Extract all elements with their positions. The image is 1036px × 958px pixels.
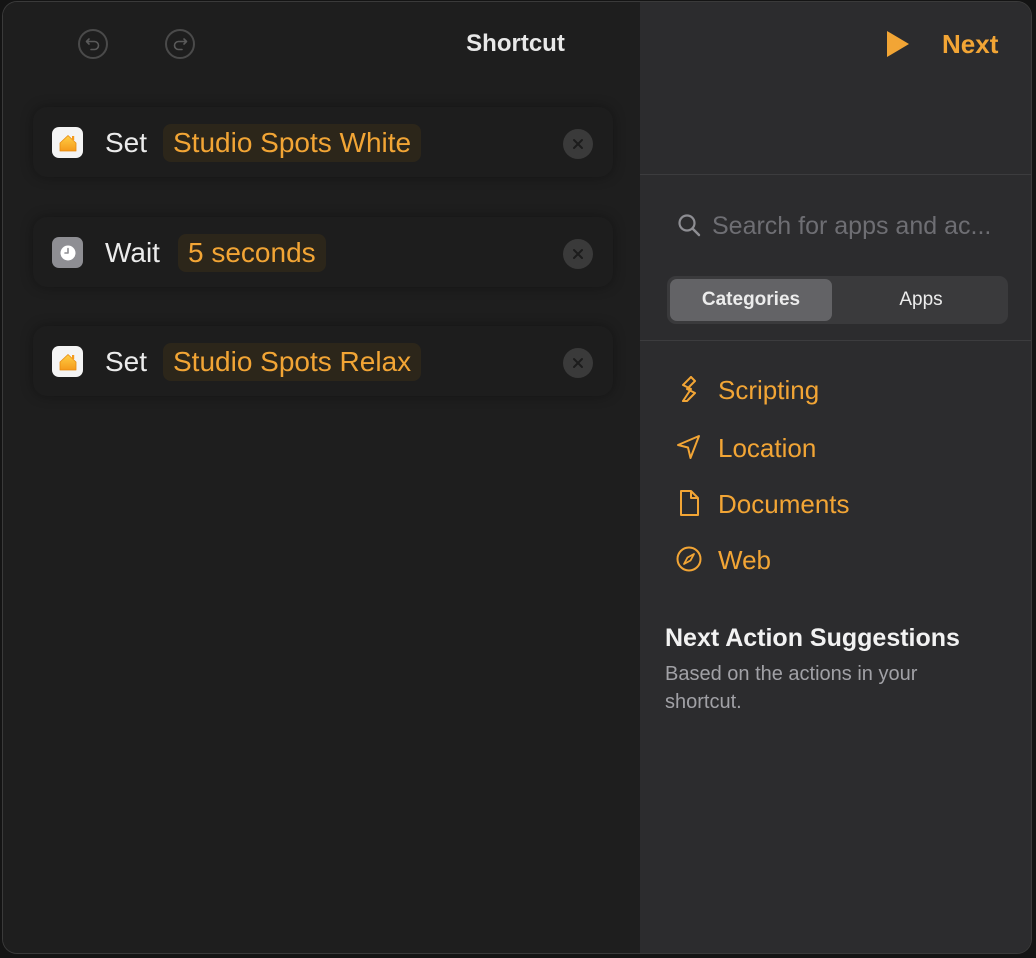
undo-button[interactable] (78, 29, 108, 59)
library-toolbar: Next (640, 2, 1031, 175)
action-verb: Set (105, 127, 148, 158)
divider (640, 340, 1031, 341)
search-field[interactable] (672, 206, 1007, 246)
compass-icon (676, 546, 702, 572)
close-icon (573, 249, 583, 259)
scripting-icon (682, 376, 696, 402)
action-set-scene-white[interactable]: Set Studio Spots White (33, 107, 613, 177)
shortcut-editor-window: Shortcut Set Studio Spots White Wait 5 s… (3, 2, 1031, 953)
action-verb: Set (105, 346, 148, 377)
search-input[interactable] (712, 206, 1002, 246)
category-label: Documents (718, 489, 850, 519)
tab-categories[interactable]: Categories (670, 279, 832, 321)
redo-arrow-icon (173, 38, 188, 51)
shortcut-editor-pane: Shortcut Set Studio Spots White Wait 5 s… (3, 2, 640, 953)
suggestions-subtitle: Based on the actions in your shortcut. (665, 663, 918, 713)
redo-button[interactable] (165, 29, 195, 59)
tab-apps[interactable]: Apps (837, 279, 1005, 321)
close-icon (573, 358, 583, 368)
remove-action-button[interactable] (563, 129, 593, 159)
duration-parameter[interactable]: 5 seconds (178, 234, 326, 272)
search-icon (678, 214, 701, 237)
category-scripting[interactable]: Scripting (672, 372, 1002, 408)
remove-action-button[interactable] (563, 239, 593, 269)
scene-parameter[interactable]: Studio Spots Relax (163, 343, 422, 381)
category-label: Scripting (718, 375, 820, 405)
document-icon (680, 490, 699, 516)
home-app-icon (52, 127, 83, 158)
remove-action-button[interactable] (563, 348, 593, 378)
category-label: Location (718, 433, 817, 463)
close-icon (573, 139, 583, 149)
category-location[interactable]: Location (672, 430, 1002, 466)
undo-arrow-icon (85, 38, 100, 51)
library-segmented-control: Categories Apps (667, 276, 1008, 324)
scene-parameter[interactable]: Studio Spots White (163, 124, 422, 162)
clock-icon (52, 237, 83, 268)
category-label: Web (718, 545, 771, 575)
editor-title: Shortcut (466, 30, 565, 57)
category-web[interactable]: Web (672, 542, 1002, 578)
home-app-icon (52, 346, 83, 377)
action-wait[interactable]: Wait 5 seconds (33, 217, 613, 287)
action-verb: Wait (105, 237, 160, 268)
play-icon[interactable] (882, 29, 912, 59)
next-button[interactable]: Next (942, 29, 998, 59)
action-library-pane: Next Categories Apps Scripting L (640, 2, 1031, 953)
suggestions-heading: Next Action Suggestions (665, 624, 960, 652)
location-arrow-icon (677, 435, 700, 459)
category-documents[interactable]: Documents (672, 486, 1002, 522)
action-set-scene-relax[interactable]: Set Studio Spots Relax (33, 326, 613, 396)
